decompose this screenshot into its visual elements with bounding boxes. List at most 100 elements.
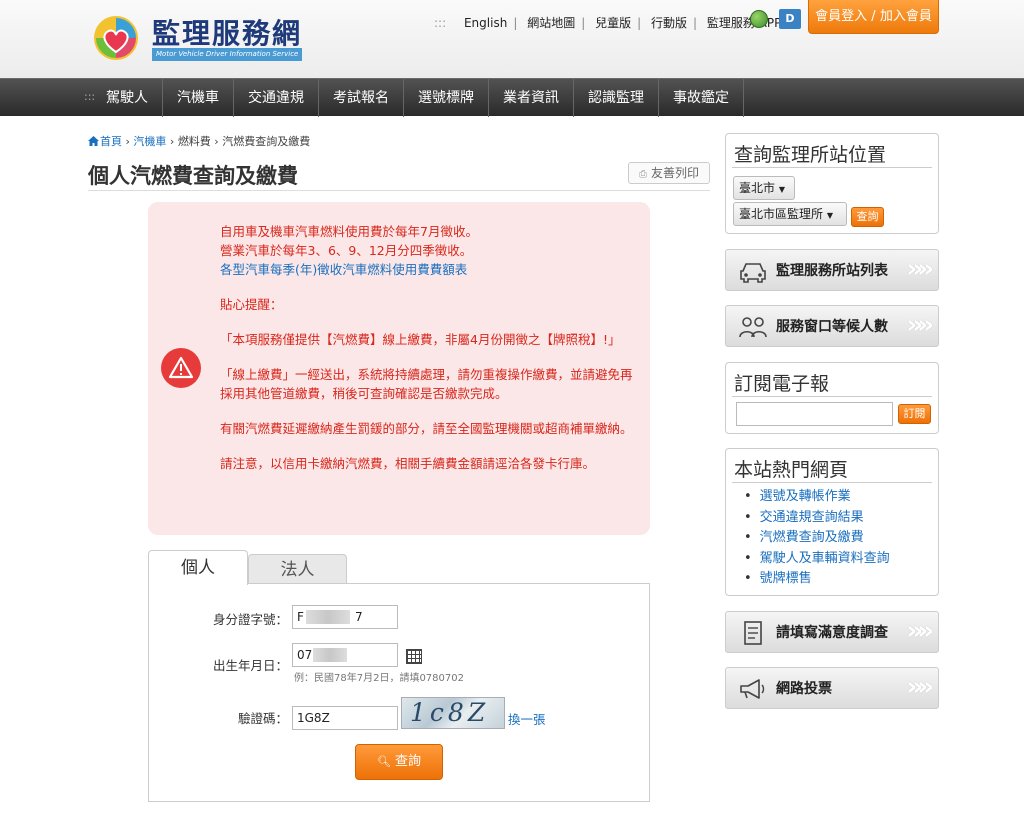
hot-pages-list: 選號及轉帳作業 交通違規查詢結果 汽燃費查詢及繳費 駕駛人及車輛資料查詢 號牌標… xyxy=(744,487,890,590)
breadcrumb-current: 汽燃費查詢及繳費 xyxy=(222,135,311,148)
logo-heart-icon xyxy=(94,16,138,60)
breadcrumb-fuel[interactable]: 燃料費 xyxy=(178,135,211,148)
hot-link-driver-vehicle[interactable]: 駕駛人及車輛資料查詢 xyxy=(744,549,890,570)
nav-item-about[interactable]: 認識監理 xyxy=(574,79,659,117)
chevron-down-icon: ▼ xyxy=(826,211,833,220)
hot-link-violation-results[interactable]: 交通違規查詢結果 xyxy=(744,508,890,529)
link-sitemap[interactable]: 網站地圖 xyxy=(527,16,575,30)
birth-value: 07 xyxy=(297,648,313,662)
nav-item-violation[interactable]: 交通違規 xyxy=(234,79,319,117)
print-label: 友善列印 xyxy=(650,166,699,180)
reminder-4: 請注意，以信用卡繳納汽燃費，相關手續費金額請逕洽各發卡行庫。 xyxy=(220,456,596,471)
waiting-count-label: 服務窗口等候人數 xyxy=(776,319,888,335)
print-button[interactable]: ⎙ 友善列印 xyxy=(628,162,710,184)
birth-mask xyxy=(313,648,347,662)
document-icon xyxy=(744,621,762,645)
title-divider xyxy=(88,190,710,191)
nav-item-vehicle[interactable]: 汽機車 xyxy=(163,79,234,117)
link-app[interactable]: 監理服務 APP xyxy=(707,16,782,30)
breadcrumb: 首頁 › 汽機車 › 燃料費 › 汽燃費查詢及繳費 xyxy=(88,133,310,149)
office-select[interactable]: 臺北市區監理所 ▼ xyxy=(733,202,847,226)
submit-label: 查詢 xyxy=(394,754,421,769)
double-chevron-icon: »» xyxy=(906,672,933,702)
nav-item-plate[interactable]: 選號標牌 xyxy=(404,79,489,117)
megaphone-icon xyxy=(740,679,765,699)
double-chevron-icon: »» xyxy=(906,616,933,646)
calendar-icon[interactable] xyxy=(406,649,422,664)
nav-item-business[interactable]: 業者資訊 xyxy=(489,79,574,117)
double-chevron-icon: »» xyxy=(906,310,933,340)
link-mobile[interactable]: 行動版 xyxy=(651,16,687,30)
double-chevron-icon: »» xyxy=(906,254,933,284)
survey-label: 請填寫滿意度調查 xyxy=(776,625,888,641)
warning-icon xyxy=(161,348,201,388)
breadcrumb-vehicle[interactable]: 汽機車 xyxy=(133,135,166,148)
hot-link-plate-auction[interactable]: 號牌標售 xyxy=(744,569,890,590)
hot-link-fuel-fee[interactable]: 汽燃費查詢及繳費 xyxy=(744,528,890,549)
tab-bar: 個人 法人 xyxy=(148,550,650,585)
site-logo[interactable]: 監理服務網 Motor Vehicle Driver Information S… xyxy=(92,12,312,62)
submit-query-button[interactable]: 🔍︎ 查詢 xyxy=(355,744,443,780)
site-header: 監理服務網 Motor Vehicle Driver Information S… xyxy=(0,0,1024,78)
newsletter-email-input[interactable] xyxy=(736,402,893,426)
page-title: 個人汽燃費查詢及繳費 xyxy=(88,163,298,188)
captcha-input[interactable]: 1G8Z xyxy=(292,706,398,730)
notice-line-1: 自用車及機車汽車燃料使用費於每年7月徵收。 xyxy=(220,224,478,239)
id-suffix: 7 xyxy=(355,610,363,624)
people-icon xyxy=(739,317,767,338)
tab-individual[interactable]: 個人 xyxy=(148,550,248,585)
notice-line-2: 營業汽車於每年3、6、9、12月分四季徵收。 xyxy=(220,243,473,258)
station-list-label: 監理服務所站列表 xyxy=(776,263,888,279)
search-icon: 🔍︎ xyxy=(377,755,391,768)
hot-link-plate-selection[interactable]: 選號及轉帳作業 xyxy=(744,487,890,508)
refresh-captcha-link[interactable]: 換一張 xyxy=(508,709,546,728)
waiting-count-button[interactable]: 服務窗口等候人數 »» xyxy=(725,305,939,347)
id-mask xyxy=(306,610,350,624)
hot-pages-title: 本站熱門網頁 xyxy=(734,459,849,481)
notice-text: 自用車及機車汽車燃料使用費於每年7月徵收。 營業汽車於每年3、6、9、12月分四… xyxy=(220,222,644,473)
hot-pages-box: 本站熱門網頁 選號及轉帳作業 交通違規查詢結果 汽燃費查詢及繳費 駕駛人及車輛資… xyxy=(725,448,939,596)
reminder-2: 「線上繳費」一經送出，系統將持續處理，請勿重複操作繳費，並請避免再採用其他管道繳… xyxy=(220,367,633,401)
reminder-3: 有關汽燃費延遲繳納產生罰鍰的部分，請至全國監理機關或超商補單繳納。 xyxy=(220,421,633,436)
captcha-text: 1c8Z xyxy=(410,698,490,727)
fee-table-link[interactable]: 各型汽車每季(年)徵收汽車燃料使用費費額表 xyxy=(220,260,644,279)
globe-icon[interactable] xyxy=(750,10,768,28)
office-location-box: 查詢監理所站位置 臺北市 ▼ 臺北市區監理所 ▼ 查詢 xyxy=(725,133,939,234)
captcha-label: 驗證碼： xyxy=(237,711,288,726)
id-label: 身分證字號： xyxy=(212,612,288,627)
office-query-button[interactable]: 查詢 xyxy=(851,207,884,227)
id-prefix: F xyxy=(297,610,304,624)
tab-corporate[interactable]: 法人 xyxy=(248,554,347,584)
reminder-1: 「本項服務僅提供【汽燃費】線上繳費，非屬4月份開徵之【牌照稅】!」 xyxy=(220,332,621,347)
vote-label: 網路投票 xyxy=(776,681,832,697)
reminder-title: 貼心提醒： xyxy=(220,297,283,312)
birth-hint: 例：民國78年7月2日，請填0780702 xyxy=(294,673,464,684)
city-select[interactable]: 臺北市 ▼ xyxy=(733,176,795,200)
link-english[interactable]: English xyxy=(464,16,507,30)
printer-icon: ⎙ xyxy=(638,169,647,180)
subscribe-button[interactable]: 訂閱 xyxy=(898,404,931,424)
breadcrumb-home[interactable]: 首頁 xyxy=(100,135,122,148)
id-number-input[interactable]: F 7 xyxy=(292,605,398,629)
logo-subtitle: Motor Vehicle Driver Information Service xyxy=(152,48,302,61)
nav-item-exam[interactable]: 考試報名 xyxy=(319,79,404,117)
newsletter-box: 訂閱電子報 訂閱 xyxy=(725,362,939,434)
office-box-title: 查詢監理所站位置 xyxy=(734,144,887,166)
nav-item-driver[interactable]: 駕駛人 xyxy=(92,79,163,117)
link-kids[interactable]: 兒童版 xyxy=(595,16,631,30)
login-button[interactable]: 會員登入 / 加入會員 xyxy=(808,0,939,34)
top-links-dots: ::: xyxy=(434,16,447,30)
captcha-image: 1c8Z xyxy=(401,697,505,729)
survey-button[interactable]: 請填寫滿意度調查 »» xyxy=(725,611,939,653)
vote-button[interactable]: 網路投票 »» xyxy=(725,667,939,709)
chevron-down-icon: ▼ xyxy=(778,185,785,194)
d-icon[interactable]: D xyxy=(779,9,801,29)
station-list-button[interactable]: 監理服務所站列表 »» xyxy=(725,249,939,291)
main-nav: ::: 駕駛人 汽機車 交通違規 考試報名 選號標牌 業者資訊 認識監理 事故鑑… xyxy=(0,78,1024,117)
birth-label: 出生年月日： xyxy=(212,658,288,673)
top-links: ::: English | 網站地圖 | 兒童版 | 行動版 | 監理服務 APP xyxy=(434,16,782,30)
car-icon xyxy=(740,263,766,283)
birthdate-input[interactable]: 07 xyxy=(292,643,398,667)
nav-item-accident[interactable]: 事故鑑定 xyxy=(659,79,744,117)
logo-title: 監理服務網 xyxy=(152,17,303,50)
